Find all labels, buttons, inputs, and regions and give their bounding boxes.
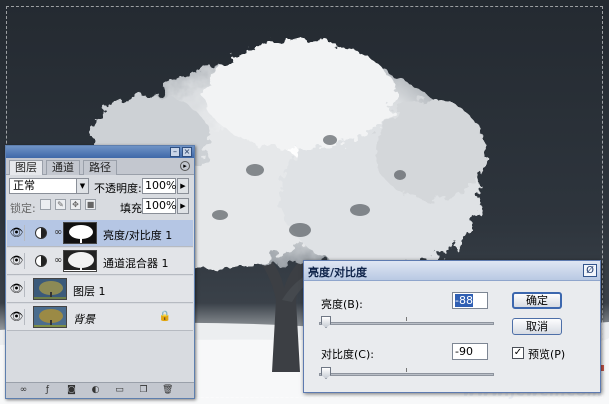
contrast-slider-track[interactable] bbox=[319, 373, 494, 376]
opacity-slider-button[interactable]: ▶ bbox=[177, 178, 189, 194]
tab-paths[interactable]: 路径 bbox=[83, 160, 117, 175]
lock-all-icon[interactable]: ■ bbox=[85, 199, 96, 210]
chain-link-icon[interactable]: ∞ bbox=[54, 255, 62, 266]
tab-channels[interactable]: 通道 bbox=[46, 160, 80, 175]
opacity-input[interactable]: 100% bbox=[142, 178, 176, 194]
adjustment-layer-icon bbox=[35, 255, 47, 267]
contrast-input[interactable]: -90 bbox=[452, 343, 488, 360]
slider-center-tick bbox=[406, 317, 407, 321]
eye-icon[interactable]: 👁 bbox=[9, 225, 25, 241]
brightness-contrast-dialog: 亮度/对比度 Ø 亮度(B): -88 对比度(C): -90 确定 取消 ✓ … bbox=[303, 260, 601, 393]
eye-icon[interactable]: 👁 bbox=[9, 309, 25, 325]
minimize-icon[interactable]: – bbox=[170, 147, 180, 157]
link-layers-icon[interactable]: ∞ bbox=[18, 385, 29, 396]
slider-center-tick bbox=[406, 368, 407, 372]
layer-name: 图层 1 bbox=[73, 285, 106, 298]
new-group-icon[interactable]: ▭ bbox=[114, 385, 125, 396]
brightness-label: 亮度(B): bbox=[321, 298, 363, 311]
chain-link-icon[interactable]: ∞ bbox=[54, 227, 62, 238]
panel-bottom-toolbar: ∞ ƒ ◙ ◐ ▭ ❐ 🗑 bbox=[6, 382, 194, 398]
contrast-slider-handle[interactable] bbox=[321, 367, 331, 379]
ok-button[interactable]: 确定 bbox=[512, 292, 562, 309]
layer-mask-thumbnail[interactable] bbox=[63, 222, 97, 244]
dialog-title: 亮度/对比度 bbox=[308, 266, 368, 279]
layer-row-brightness-contrast[interactable]: 👁 ∞ 亮度/对比度 1 bbox=[7, 220, 193, 247]
lock-row: 锁定: ✎ ✥ ■ 填充: 100% ▶ bbox=[6, 198, 194, 215]
blend-mode-value: 正常 bbox=[13, 179, 35, 192]
lock-position-icon[interactable]: ✥ bbox=[70, 199, 81, 210]
layer-name: 背景 bbox=[73, 313, 95, 326]
eye-icon[interactable]: 👁 bbox=[9, 281, 25, 297]
brightness-value: -88 bbox=[455, 294, 473, 307]
tab-layers[interactable]: 图层 bbox=[9, 160, 43, 175]
layer-row-channel-mixer[interactable]: 👁 ∞ 通道混合器 1 bbox=[7, 248, 193, 275]
layer-row-background[interactable]: 👁 背景 🔒 bbox=[7, 304, 193, 331]
dialog-titlebar[interactable]: 亮度/对比度 Ø bbox=[304, 261, 600, 281]
cancel-button[interactable]: 取消 bbox=[512, 318, 562, 335]
fill-slider-button[interactable]: ▶ bbox=[177, 198, 189, 214]
layer-style-icon[interactable]: ƒ bbox=[42, 385, 53, 396]
new-layer-icon[interactable]: ❐ bbox=[138, 385, 149, 396]
fill-input[interactable]: 100% bbox=[142, 198, 176, 214]
lock-label: 锁定: bbox=[10, 202, 36, 215]
delete-layer-icon[interactable]: 🗑 bbox=[162, 385, 173, 396]
add-mask-icon[interactable]: ◙ bbox=[66, 385, 77, 396]
brightness-slider-track[interactable] bbox=[319, 322, 494, 325]
layer-thumbnail[interactable] bbox=[33, 278, 67, 300]
layers-panel: – × 图层 通道 路径 ▸ 正常 ▼ 不透明度: 100% ▶ 锁定: ✎ ✥… bbox=[5, 145, 195, 399]
adjustment-layer-icon bbox=[35, 227, 47, 239]
brightness-input[interactable]: -88 bbox=[452, 292, 488, 309]
panel-menu-icon[interactable]: ▸ bbox=[180, 161, 190, 171]
blend-row: 正常 ▼ 不透明度: 100% ▶ bbox=[6, 177, 194, 195]
preview-checkbox[interactable]: ✓ bbox=[512, 347, 524, 359]
contrast-label: 对比度(C): bbox=[321, 348, 374, 361]
brightness-slider-handle[interactable] bbox=[321, 316, 331, 328]
preview-label: 预览(P) bbox=[528, 348, 566, 361]
blend-mode-select[interactable]: 正常 ▼ bbox=[9, 178, 89, 194]
lock-image-icon[interactable]: ✎ bbox=[55, 199, 66, 210]
close-icon[interactable]: × bbox=[182, 147, 192, 157]
layer-thumbnail[interactable] bbox=[33, 306, 67, 328]
opacity-label: 不透明度: bbox=[94, 182, 142, 195]
layer-name: 通道混合器 1 bbox=[103, 257, 169, 270]
layer-mask-thumbnail[interactable] bbox=[63, 250, 97, 272]
close-icon[interactable]: Ø bbox=[583, 264, 597, 277]
adjustment-layer-icon[interactable]: ◐ bbox=[90, 385, 101, 396]
lock-transparent-icon[interactable] bbox=[40, 199, 51, 210]
lock-icon: 🔒 bbox=[158, 311, 171, 322]
panel-tabs: 图层 通道 路径 ▸ bbox=[6, 158, 194, 175]
chevron-down-icon: ▼ bbox=[76, 179, 88, 193]
contrast-value: -90 bbox=[455, 345, 473, 358]
layer-row-layer-1[interactable]: 👁 图层 1 bbox=[7, 276, 193, 303]
panel-titlebar[interactable]: – × bbox=[6, 146, 194, 158]
eye-icon[interactable]: 👁 bbox=[9, 253, 25, 269]
layer-name: 亮度/对比度 1 bbox=[103, 229, 173, 242]
